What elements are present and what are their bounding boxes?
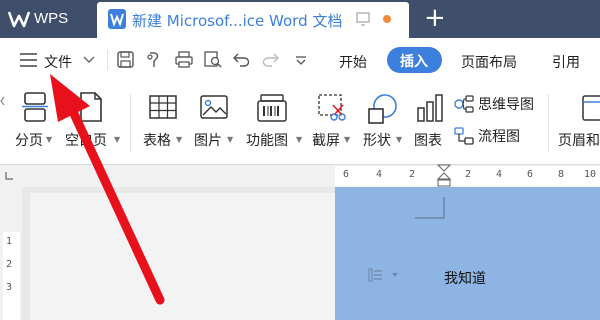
bar-chart-icon bbox=[417, 94, 443, 122]
caret-down-icon: ▼ bbox=[344, 135, 351, 144]
tab-stop-selector-icon[interactable] bbox=[5, 172, 13, 180]
ruler-mark: 2 bbox=[409, 169, 416, 180]
function-chart-label: 功能图 bbox=[246, 133, 288, 149]
unsaved-dot-icon bbox=[383, 15, 391, 23]
ruler-mark: 6 bbox=[527, 169, 534, 180]
header-footer-icon bbox=[582, 95, 600, 121]
page-break-label: 分页 bbox=[15, 133, 43, 149]
header-footer-label: 页眉和 bbox=[558, 133, 600, 149]
ruler-mark: 2 bbox=[6, 259, 13, 270]
caret-down-icon: ▼ bbox=[227, 135, 234, 144]
tab-home[interactable]: 开始 bbox=[339, 52, 367, 72]
document-page[interactable] bbox=[335, 187, 600, 320]
red-arrow-annotation bbox=[50, 74, 165, 305]
indent-marker-icon[interactable] bbox=[436, 164, 452, 188]
caret-down-icon: ▼ bbox=[296, 135, 303, 144]
file-menu[interactable]: 文件 bbox=[44, 52, 72, 72]
print-preview-icon[interactable] bbox=[204, 51, 222, 68]
picture-label: 图片 bbox=[194, 133, 222, 149]
caret-down-icon: ▼ bbox=[176, 135, 183, 144]
tab-insert-label: 插入 bbox=[400, 54, 428, 70]
mind-map-icon bbox=[454, 95, 474, 113]
screenshot-icon bbox=[318, 94, 346, 121]
divider bbox=[548, 94, 549, 152]
print-icon[interactable] bbox=[175, 51, 193, 68]
hamburger-menu-icon[interactable] bbox=[20, 53, 37, 67]
undo-icon[interactable] bbox=[233, 52, 250, 67]
ruler-mark: 4 bbox=[496, 169, 503, 180]
flowchart-button[interactable]: 流程图 bbox=[454, 126, 544, 146]
chart-label: 图表 bbox=[414, 133, 442, 149]
ruler-mark: 4 bbox=[376, 169, 383, 180]
shape-icon bbox=[368, 94, 397, 124]
format-painter-icon[interactable] bbox=[146, 51, 163, 68]
paragraph-handle-icon[interactable] bbox=[368, 268, 400, 282]
mind-map-button[interactable]: 思维导图 bbox=[454, 94, 544, 114]
ruler-mark: 1 bbox=[6, 236, 13, 247]
new-tab-button[interactable]: + bbox=[424, 3, 446, 33]
wps-logo-icon bbox=[7, 11, 31, 28]
function-chart-button[interactable]: 功能图 ▼ bbox=[244, 90, 306, 150]
chart-button[interactable]: 图表 bbox=[410, 90, 450, 150]
monitor-icon[interactable] bbox=[356, 12, 370, 26]
ruler-mark: 8 bbox=[558, 169, 565, 180]
picture-button[interactable]: 图片 ▼ bbox=[192, 90, 238, 150]
word-doc-icon bbox=[108, 9, 126, 29]
save-icon[interactable] bbox=[117, 51, 134, 68]
header-footer-button[interactable]: 页眉和 bbox=[556, 90, 600, 150]
margin-corner-mark bbox=[415, 197, 445, 219]
flowchart-icon bbox=[454, 127, 474, 145]
ruler-mark: 2 bbox=[465, 169, 472, 180]
shape-button[interactable]: 形状 ▼ bbox=[360, 90, 406, 150]
ruler-mark: 3 bbox=[6, 282, 13, 293]
divider bbox=[107, 50, 108, 70]
tab-references[interactable]: 引用 bbox=[552, 52, 580, 72]
tab-page-layout[interactable]: 页面布局 bbox=[461, 52, 517, 72]
ruler-mark: 10 bbox=[584, 169, 597, 180]
ribbon-scroll-left-icon[interactable] bbox=[0, 96, 5, 106]
document-text[interactable]: 我知道 bbox=[444, 268, 486, 288]
redo-icon[interactable] bbox=[262, 52, 279, 67]
shape-label: 形状 bbox=[363, 133, 391, 149]
screenshot-label: 截屏 bbox=[312, 133, 340, 149]
screenshot-button[interactable]: 截屏 ▼ bbox=[310, 90, 356, 150]
quick-access-more-icon[interactable] bbox=[295, 56, 307, 65]
flowchart-label: 流程图 bbox=[478, 129, 520, 145]
ruler-mark: 6 bbox=[343, 169, 350, 180]
barcode-icon bbox=[257, 94, 287, 122]
app-name: WPS bbox=[34, 10, 69, 27]
chevron-down-icon[interactable] bbox=[83, 56, 95, 64]
mind-map-label: 思维导图 bbox=[478, 97, 534, 113]
picture-icon bbox=[200, 95, 228, 119]
document-tab-title: 新建 Microsof...ice Word 文档 bbox=[132, 12, 343, 30]
caret-down-icon: ▼ bbox=[396, 135, 403, 144]
